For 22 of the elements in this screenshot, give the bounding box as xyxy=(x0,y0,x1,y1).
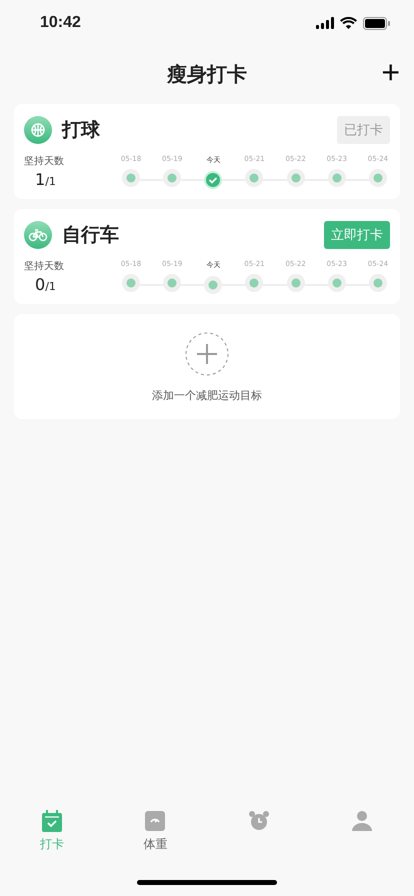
wifi-icon xyxy=(340,17,357,29)
plus-circle-icon xyxy=(185,332,229,376)
streak-label: 坚持天数 xyxy=(24,260,64,273)
basketball-icon xyxy=(24,116,52,144)
add-goal-label: 添加一个减肥运动目标 xyxy=(152,388,262,403)
signal-icon xyxy=(316,17,334,29)
alarm-clock-icon xyxy=(248,810,270,832)
weight-tab[interactable]: 体重 xyxy=(104,810,207,853)
habit-name: 自行车 xyxy=(62,223,120,248)
add-button[interactable]: + xyxy=(381,56,400,88)
battery-icon xyxy=(363,16,390,30)
bicycle-icon xyxy=(24,221,52,249)
add-goal-card[interactable]: 添加一个减肥运动目标 xyxy=(14,314,400,419)
page-title: 瘦身打卡 xyxy=(167,60,247,88)
habit-name: 打球 xyxy=(62,118,101,143)
calendar-check-icon xyxy=(40,810,63,832)
streak-count: 0/1 xyxy=(35,275,56,294)
streak-label: 坚持天数 xyxy=(24,154,64,168)
status-time: 10:42 xyxy=(40,14,81,32)
person-icon xyxy=(351,810,374,832)
streak-count: 1/1 xyxy=(35,170,56,189)
scale-icon xyxy=(144,810,166,832)
